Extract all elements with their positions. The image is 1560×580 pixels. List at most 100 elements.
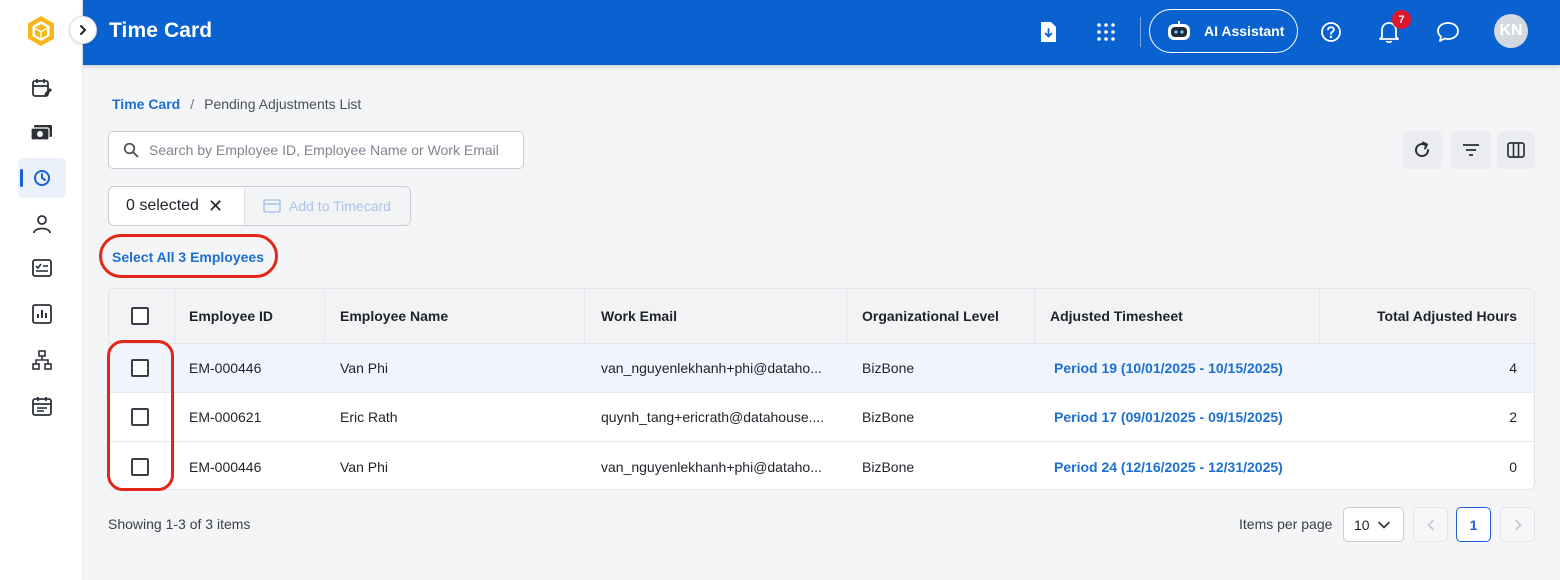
chevron-left-icon <box>1426 518 1434 531</box>
items-per-page-value: 10 <box>1354 516 1370 533</box>
table-header-row: Employee ID Employee Name Work Email Org… <box>109 289 1534 344</box>
items-per-page-select[interactable]: 10 <box>1343 507 1404 542</box>
highlight-select-all-annotation <box>99 234 278 278</box>
column-header-work-email[interactable]: Work Email <box>601 289 677 343</box>
table-row[interactable]: EM-000621 Eric Rath quynh_tang+ericrath@… <box>109 393 1534 442</box>
apps-grid-icon <box>1097 23 1115 41</box>
header-divider <box>1140 17 1141 47</box>
search-input[interactable] <box>149 142 509 158</box>
employee-id-cell: EM-000621 <box>189 409 262 425</box>
app-logo-icon[interactable] <box>24 14 58 48</box>
report-chart-icon <box>32 304 52 324</box>
add-to-timecard-label: Add to Timecard <box>289 198 391 214</box>
total-hours-cell: 0 <box>1509 458 1517 475</box>
org-level-cell: BizBone <box>862 409 915 425</box>
org-level-cell: BizBone <box>862 360 915 376</box>
table-row[interactable]: EM-000446 Van Phi van_nguyenlekhanh+phi@… <box>109 344 1534 393</box>
column-divider <box>846 289 847 343</box>
apps-menu-button[interactable] <box>1092 18 1120 46</box>
add-to-timecard-button[interactable]: Add to Timecard <box>244 187 410 225</box>
org-level-cell: BizBone <box>862 458 915 475</box>
adjusted-timesheet-link[interactable]: Period 19 (10/01/2025 - 10/15/2025) <box>1054 344 1283 392</box>
left-rail <box>0 0 97 580</box>
column-divider <box>1319 289 1320 343</box>
chevron-right-icon <box>1514 518 1522 531</box>
work-email-cell: van_nguyenlekhanh+phi@dataho... <box>601 360 822 376</box>
sidebar-expand-button[interactable] <box>69 16 97 44</box>
selection-bar: 0 selected ✕ Add to Timecard <box>108 186 411 226</box>
column-header-adjusted-timesheet[interactable]: Adjusted Timesheet <box>1050 289 1183 343</box>
time-card-icon <box>34 170 50 186</box>
items-per-page-label: Items per page <box>1239 516 1333 532</box>
user-avatar[interactable]: KN <box>1494 14 1528 48</box>
adjusted-timesheet-link[interactable]: Period 24 (12/16/2025 - 12/31/2025) <box>1054 442 1283 489</box>
columns-button[interactable] <box>1497 131 1535 169</box>
sidebar-item-schedule[interactable] <box>18 68 66 108</box>
column-header-org-level[interactable]: Organizational Level <box>862 289 999 343</box>
search-icon <box>123 142 139 158</box>
org-chart-icon <box>32 350 52 370</box>
breadcrumb-current: Pending Adjustments List <box>204 96 362 112</box>
total-hours-cell: 2 <box>1509 409 1517 425</box>
employee-name-cell: Van Phi <box>340 458 388 475</box>
breadcrumb-time-card-link[interactable]: Time Card <box>112 96 180 112</box>
column-header-employee-id[interactable]: Employee ID <box>189 289 273 343</box>
employee-name-cell: Van Phi <box>340 360 388 376</box>
help-icon <box>1321 22 1341 42</box>
checklist-icon <box>32 259 52 277</box>
employee-id-cell: EM-000446 <box>189 360 262 376</box>
calendar-edit-icon <box>32 79 52 97</box>
filter-icon <box>1463 144 1479 156</box>
chat-button[interactable] <box>1434 18 1462 46</box>
help-button[interactable] <box>1317 18 1345 46</box>
download-button[interactable] <box>1034 18 1062 46</box>
header-checkbox[interactable] <box>131 307 149 325</box>
breadcrumb: Time Card / Pending Adjustments List <box>112 96 361 112</box>
adjusted-timesheet-link[interactable]: Period 17 (09/01/2025 - 09/15/2025) <box>1054 393 1283 441</box>
columns-icon <box>1507 142 1525 158</box>
sidebar-item-tasks[interactable] <box>18 248 66 288</box>
page-1-button[interactable]: 1 <box>1456 507 1491 542</box>
column-divider <box>174 289 175 343</box>
page-title: Time Card <box>109 19 213 42</box>
filter-button[interactable] <box>1451 131 1491 169</box>
selected-count-label: 0 selected <box>126 197 199 214</box>
chat-icon <box>1437 22 1459 42</box>
column-header-total-hours[interactable]: Total Adjusted Hours <box>1377 289 1517 343</box>
highlight-row-checkboxes-annotation <box>107 340 174 491</box>
header-select-all-cell <box>131 289 155 343</box>
money-icon <box>30 125 52 141</box>
work-email-cell: quynh_tang+ericrath@datahouse.... <box>601 409 825 425</box>
column-divider <box>324 289 325 343</box>
sidebar-item-calendar[interactable] <box>18 386 66 426</box>
top-header: Time Card AI Assistant 7 KN <box>83 0 1560 65</box>
notification-count-badge: 7 <box>1392 10 1411 29</box>
chevron-right-icon <box>80 25 87 35</box>
previous-page-button[interactable] <box>1413 507 1448 542</box>
user-icon <box>33 215 51 234</box>
column-divider <box>1034 289 1035 343</box>
sidebar-item-organization[interactable] <box>18 340 66 380</box>
work-email-cell: van_nguyenlekhanh+phi@dataho... <box>601 458 822 475</box>
sidebar-item-payroll[interactable] <box>18 113 66 153</box>
ai-assistant-button[interactable]: AI Assistant <box>1149 9 1298 53</box>
search-box[interactable] <box>108 131 524 169</box>
column-divider <box>584 289 585 343</box>
next-page-button[interactable] <box>1500 507 1535 542</box>
chevron-down-icon <box>1377 521 1390 529</box>
sidebar-item-reports[interactable] <box>18 294 66 334</box>
showing-items-text: Showing 1-3 of 3 items <box>108 516 251 532</box>
sidebar-item-employees[interactable] <box>18 204 66 244</box>
table-row[interactable]: EM-000446 Van Phi van_nguyenlekhanh+phi@… <box>109 442 1534 489</box>
card-icon <box>263 199 281 213</box>
sidebar-item-time-card[interactable] <box>18 158 66 198</box>
clear-selection-icon[interactable]: ✕ <box>208 196 223 217</box>
calendar-icon <box>32 397 52 416</box>
breadcrumb-separator: / <box>190 96 195 112</box>
employee-id-cell: EM-000446 <box>189 458 262 475</box>
refresh-icon <box>1415 141 1430 158</box>
pending-adjustments-table: Employee ID Employee Name Work Email Org… <box>108 288 1535 490</box>
column-header-employee-name[interactable]: Employee Name <box>340 289 448 343</box>
total-hours-cell: 4 <box>1509 360 1517 376</box>
refresh-button[interactable] <box>1402 131 1442 169</box>
